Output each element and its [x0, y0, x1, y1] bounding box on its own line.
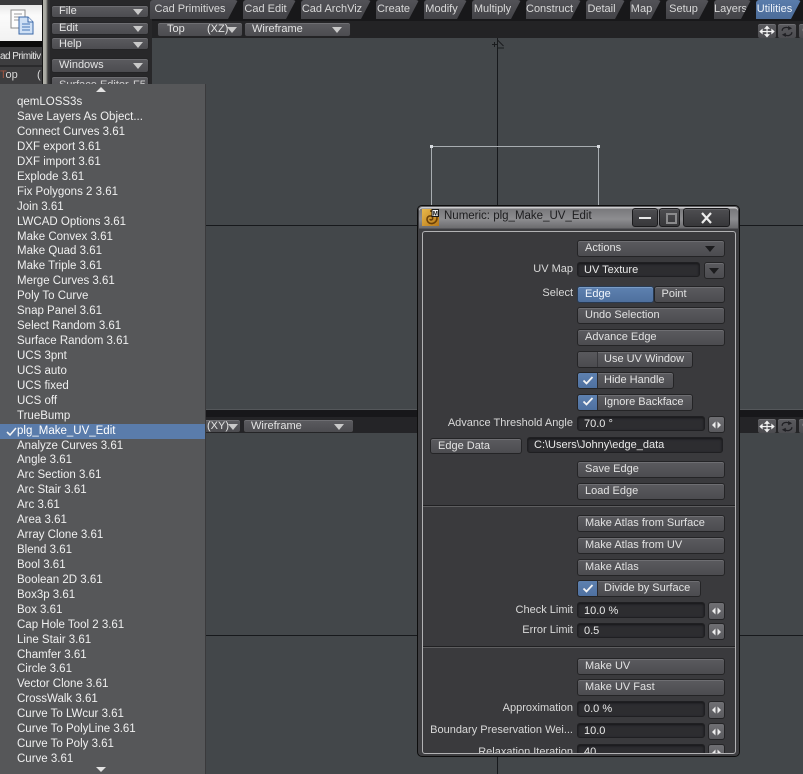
svg-text:M: M	[433, 211, 438, 217]
